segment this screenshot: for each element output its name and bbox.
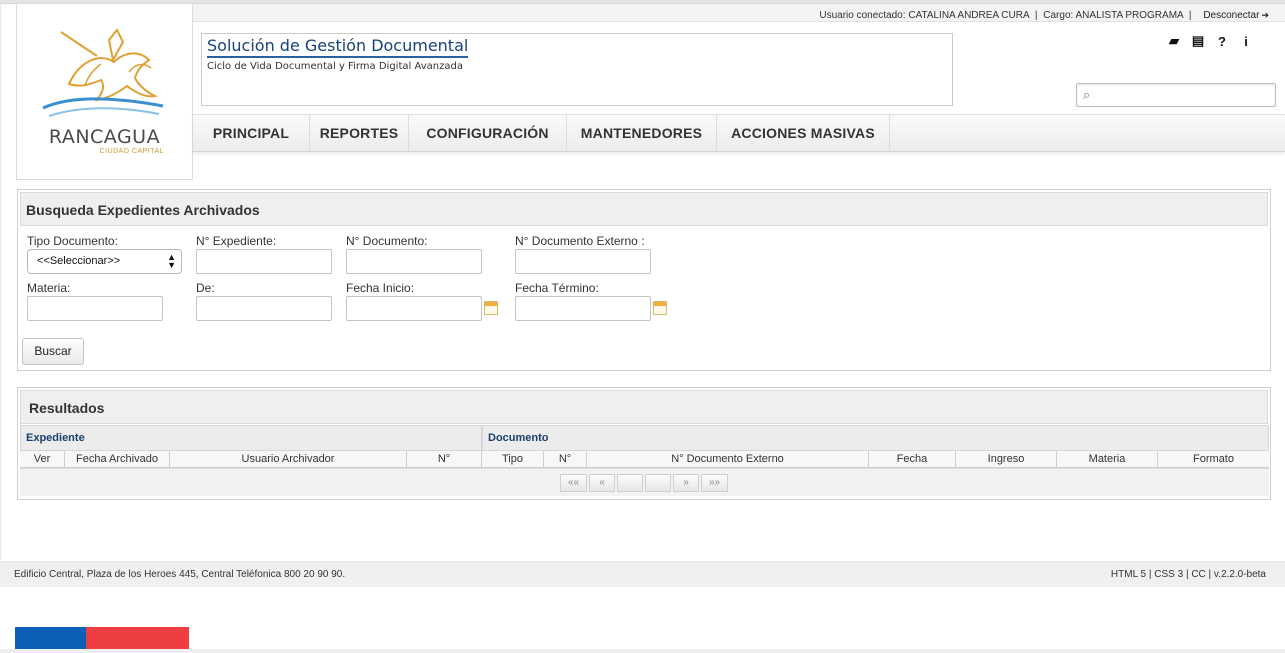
horse-rider-emblem-icon	[42, 28, 164, 117]
footer-tech: HTML 5 | CSS 3 | CC | v.2.2.0-beta	[1110, 569, 1266, 580]
footer: Edificio Central, Plaza de los Heroes 44…	[0, 561, 1285, 587]
book-icon[interactable]: ▰	[1166, 33, 1182, 49]
left-border	[0, 0, 1, 560]
header-toolbar: ▰ ▤ ? i	[1166, 33, 1254, 49]
cargo-value: ANALISTA PROGRAMA	[1075, 10, 1184, 21]
info-icon[interactable]: i	[1238, 34, 1254, 49]
tipo-documento-select[interactable]: <<Seleccionar>> ▲ ▼	[27, 249, 182, 274]
column-header-ver[interactable]: Ver	[20, 451, 65, 468]
select-arrows-icon: ▲ ▼	[167, 252, 176, 270]
pager-last-button[interactable]: »»	[701, 474, 728, 492]
header-search: ⌕	[1076, 83, 1276, 107]
search-input[interactable]	[1099, 86, 1269, 104]
logout-icon: ➔	[1261, 10, 1269, 20]
fecha-inicio-input[interactable]	[346, 296, 482, 321]
buscar-button[interactable]: Buscar	[22, 338, 84, 365]
footer-address: Edificio Central, Plaza de los Heroes 44…	[14, 569, 346, 580]
column-header-n-documento[interactable]: N°	[544, 451, 587, 468]
logo-name: RANCAGUA	[48, 126, 161, 148]
n-documento-label: N° Documento:	[346, 234, 428, 248]
column-header-materia[interactable]: Materia	[1057, 451, 1158, 468]
tipo-documento-label: Tipo Documento:	[27, 234, 118, 248]
fecha-inicio-calendar-icon[interactable]	[484, 301, 498, 315]
n-documento-externo-label: N° Documento Externo :	[515, 234, 645, 248]
column-header-fecha-archivado[interactable]: Fecha Archivado	[65, 451, 170, 468]
column-header-usuario-archivador[interactable]: Usuario Archivador	[170, 451, 407, 468]
n-expediente-input[interactable]	[196, 249, 332, 274]
tipo-documento-value: <<Seleccionar>>	[37, 255, 121, 267]
materia-input[interactable]	[27, 296, 163, 321]
user-name: CATALINA ANDREA CURA	[908, 10, 1030, 21]
column-header-n-documento-externo[interactable]: N° Documento Externo	[587, 451, 869, 468]
pager-page-box	[617, 474, 643, 492]
logout-link[interactable]: Desconectar ➔	[1203, 10, 1269, 21]
fecha-termino-label: Fecha Término:	[515, 281, 599, 295]
nav-item-configuracion[interactable]: CONFIGURACIÓN	[409, 115, 567, 152]
column-header-fecha[interactable]: Fecha	[869, 451, 956, 468]
column-header-ingreso[interactable]: Ingreso	[956, 451, 1057, 468]
flag-bar-red	[86, 627, 189, 649]
logout-label: Desconectar	[1203, 10, 1260, 21]
search-icon: ⌕	[1083, 87, 1091, 102]
help-icon[interactable]: ?	[1214, 34, 1230, 49]
group-header-expediente: Expediente	[20, 425, 482, 451]
nav-item-mantenedores[interactable]: MANTENEDORES	[567, 115, 717, 152]
n-documento-externo-input[interactable]	[515, 249, 651, 274]
user-info: Usuario conectado: CATALINA ANDREA CURA …	[819, 10, 1269, 21]
flag-bar-blue	[15, 627, 86, 649]
de-label: De:	[196, 281, 215, 295]
search-panel: Busqueda Expedientes Archivados	[17, 189, 1271, 371]
separator: |	[1034, 10, 1038, 21]
nav-item-acciones-masivas[interactable]: ACCIONES MASIVAS	[717, 115, 890, 152]
app-title: Solución de Gestión Documental	[207, 36, 469, 58]
logo-subtitle: CIUDAD CAPITAL	[99, 148, 164, 155]
cargo-prefix: Cargo:	[1043, 10, 1074, 21]
group-header-documento: Documento	[482, 425, 1269, 451]
search-panel-title: Busqueda Expedientes Archivados	[26, 202, 260, 218]
column-header-formato[interactable]: Formato	[1158, 451, 1269, 468]
pager-prev-button[interactable]: «	[589, 474, 615, 492]
app-subtitle: Ciclo de Vida Documental y Firma Digital…	[207, 61, 463, 72]
separator: |	[1188, 10, 1192, 21]
fecha-termino-calendar-icon[interactable]	[653, 301, 667, 315]
pager-next-button[interactable]: »	[673, 474, 699, 492]
app-title-box: Solución de Gestión Documental Ciclo de …	[201, 33, 953, 106]
nav-item-principal[interactable]: PRINCIPAL	[193, 115, 310, 152]
search-panel-header: Busqueda Expedientes Archivados	[20, 192, 1268, 226]
materia-label: Materia:	[27, 281, 71, 295]
nav-item-reportes[interactable]: REPORTES	[310, 115, 409, 152]
bottom-border	[0, 649, 1285, 653]
main-nav: PRINCIPAL REPORTES CONFIGURACIÓN MANTENE…	[193, 114, 1285, 152]
n-documento-input[interactable]	[346, 249, 482, 274]
fecha-inicio-label: Fecha Inicio:	[346, 281, 415, 295]
fecha-termino-input[interactable]	[515, 296, 651, 321]
pager-page-box	[645, 474, 671, 492]
column-header-n-expediente[interactable]: N°	[407, 451, 482, 468]
results-panel-header: Resultados	[20, 390, 1268, 424]
results-panel-title: Resultados	[29, 400, 105, 416]
n-expediente-label: N° Expediente:	[196, 234, 277, 248]
pager-first-button[interactable]: ««	[560, 474, 587, 492]
user-prefix: Usuario conectado:	[819, 10, 906, 21]
newspaper-icon[interactable]: ▤	[1190, 33, 1206, 49]
column-header-tipo[interactable]: Tipo	[482, 451, 544, 468]
user-bar: Usuario conectado: CATALINA ANDREA CURA …	[193, 4, 1285, 22]
logo[interactable]: RANCAGUA CIUDAD CAPITAL	[16, 3, 193, 180]
de-input[interactable]	[196, 296, 332, 321]
